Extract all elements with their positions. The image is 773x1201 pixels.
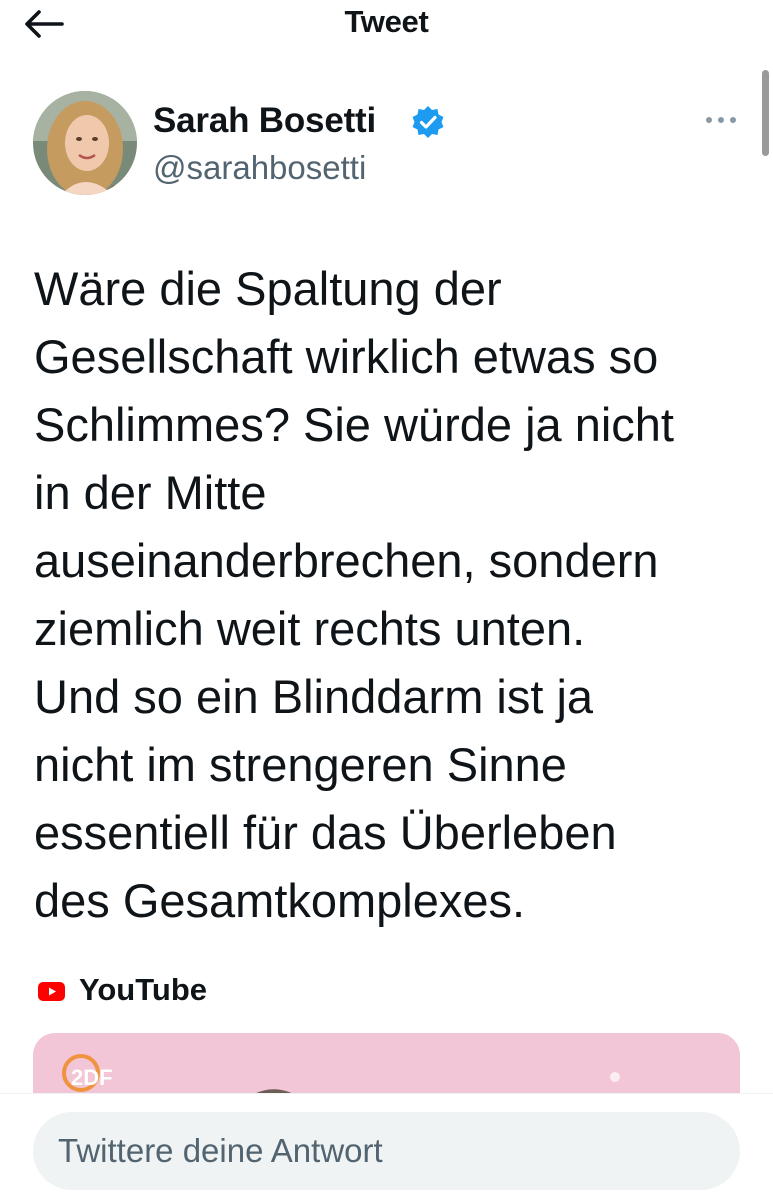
more-options-button[interactable]: [704, 107, 738, 133]
reply-input[interactable]: Twittere deine Antwort: [33, 1112, 740, 1190]
author-handle[interactable]: @sarahbosetti: [153, 149, 366, 187]
youtube-icon: [38, 982, 65, 1001]
top-bar: Tweet: [0, 0, 773, 62]
page-title: Tweet: [344, 4, 429, 39]
reply-bar: Twittere deine Antwort: [0, 1093, 773, 1201]
tweet-text: Wäre die Spaltung der Gesellschaft wirkl…: [34, 262, 674, 927]
scrollbar-thumb[interactable]: [762, 70, 769, 156]
verified-badge-icon: [410, 104, 446, 140]
avatar[interactable]: [33, 91, 137, 195]
embed-source-label: YouTube: [79, 972, 207, 1007]
reply-placeholder: Twittere deine Antwort: [58, 1132, 383, 1169]
author-name[interactable]: Sarah Bosetti: [153, 101, 376, 141]
more-horizontal-icon: [706, 117, 736, 123]
